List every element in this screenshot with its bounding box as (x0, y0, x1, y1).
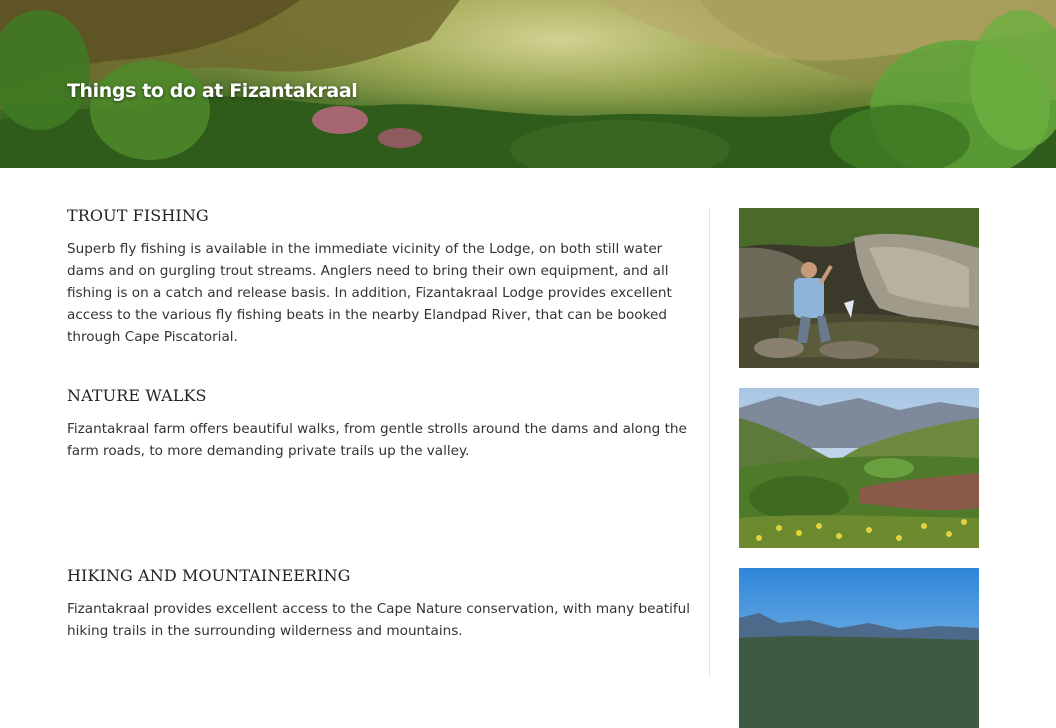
section-nature-walks: NATURE WALKS Fizantakraal farm offers be… (67, 386, 697, 462)
valley-walk-photo (739, 388, 979, 548)
hero-banner: Things to do at Fizantakraal (0, 0, 1056, 168)
section-body: Superb fly fishing is available in the i… (67, 241, 672, 345)
section-heading: NATURE WALKS (67, 386, 207, 405)
section-trout-fishing: TROUT FISHING Superb fly fishing is avai… (67, 206, 697, 348)
column-divider (709, 208, 710, 678)
section-heading: TROUT FISHING (67, 206, 209, 225)
fly-fishing-photo (739, 208, 979, 368)
section-heading: HIKING AND MOUNTAINEERING (67, 566, 351, 585)
section-body: Fizantakraal farm offers beautiful walks… (67, 421, 687, 459)
section-body: Fizantakraal provides excellent access t… (67, 601, 691, 639)
section-hiking: HIKING AND MOUNTAINEERING Fizantakraal p… (67, 566, 697, 642)
main-content: TROUT FISHING Superb fly fishing is avai… (0, 168, 1056, 728)
page-title: Things to do at Fizantakraal (67, 80, 358, 102)
mountain-hiking-photo (739, 568, 979, 728)
